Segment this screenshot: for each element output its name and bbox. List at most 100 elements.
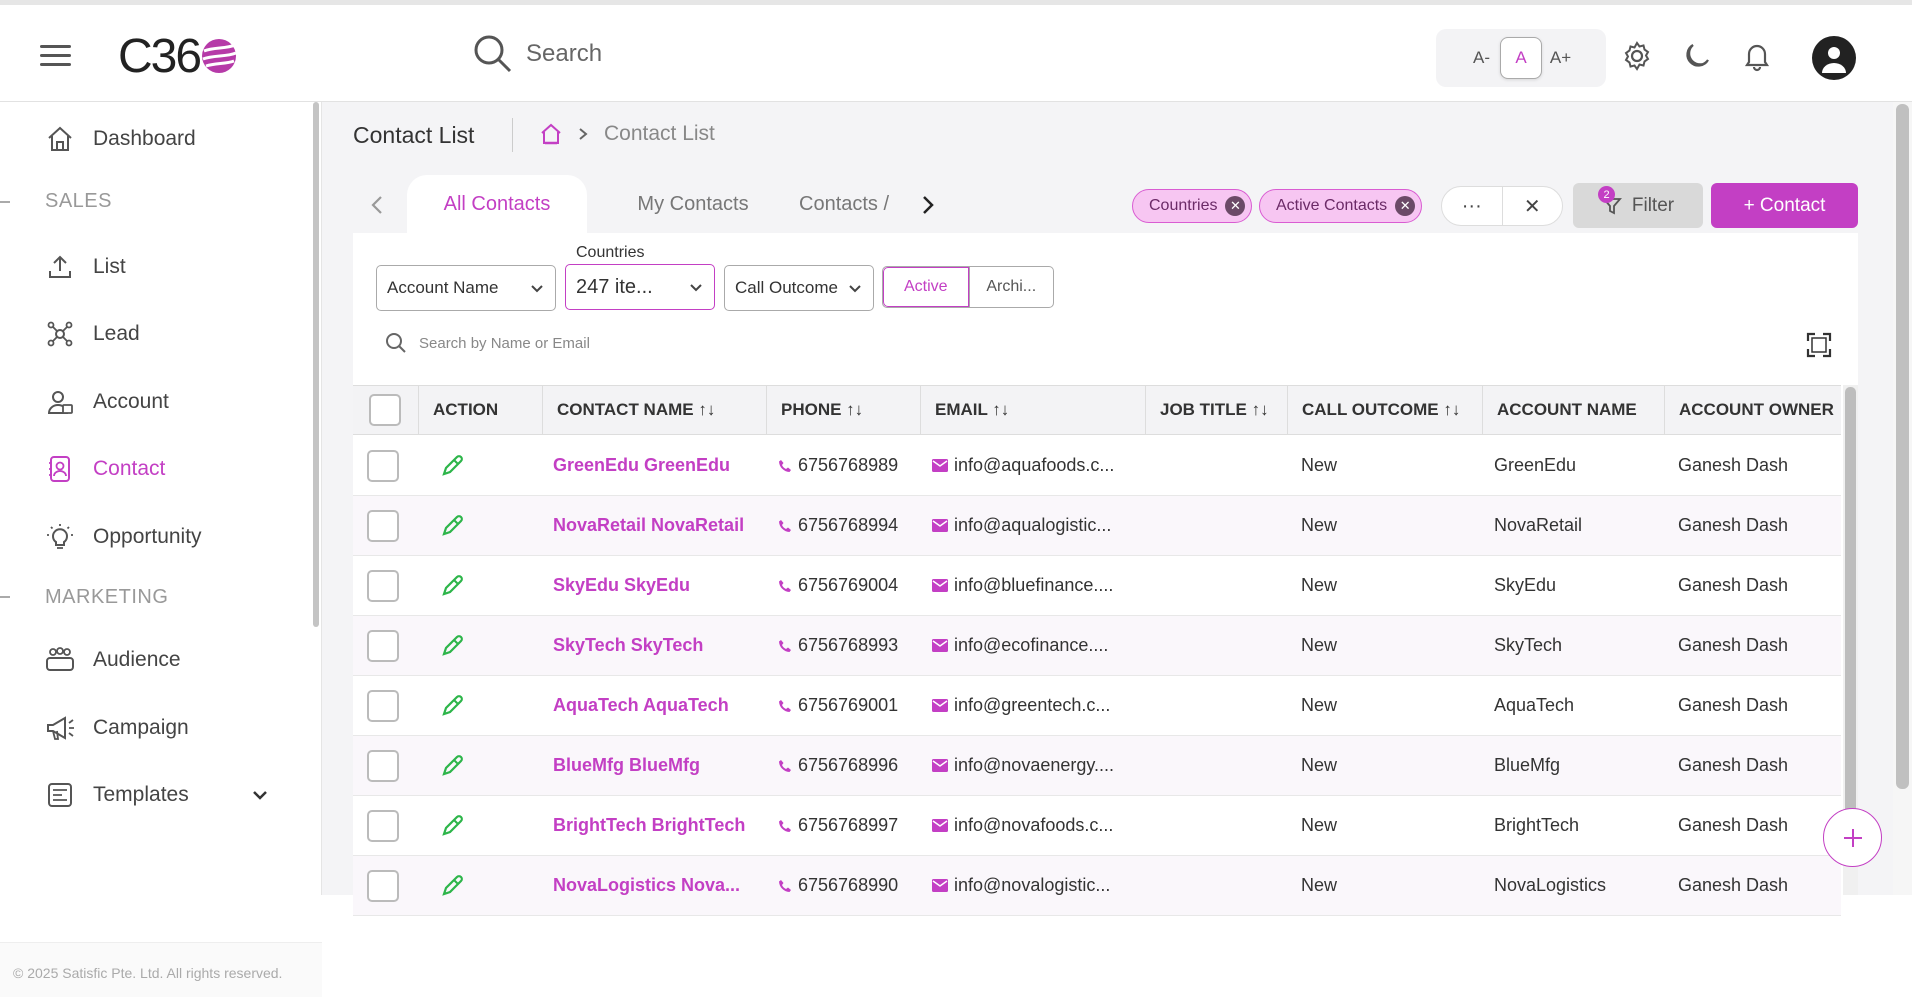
- email-cell[interactable]: info@novaenergy....: [932, 736, 1114, 795]
- edit-icon[interactable]: [439, 736, 465, 795]
- sidebar-item-account[interactable]: Account: [45, 387, 169, 417]
- contact-name-link[interactable]: GreenEdu GreenEdu: [553, 436, 730, 495]
- table-row[interactable]: AquaTech AquaTech 6756769001 info@greentec…: [353, 676, 1841, 736]
- floating-add-button[interactable]: [1823, 808, 1882, 867]
- edit-icon[interactable]: [439, 676, 465, 735]
- global-search[interactable]: Search: [472, 33, 602, 75]
- email-cell[interactable]: info@novafoods.c...: [932, 796, 1113, 855]
- phone-cell[interactable]: 6756769001: [778, 676, 898, 735]
- close-icon[interactable]: ✕: [1225, 196, 1246, 216]
- table-row[interactable]: SkyEdu SkyEdu 6756769004 info@bluefinance.…: [353, 556, 1841, 616]
- row-checkbox[interactable]: [367, 629, 399, 662]
- sidebar-item-templates[interactable]: Templates: [45, 780, 275, 810]
- phone-cell[interactable]: 6756768989: [778, 436, 898, 495]
- email-cell[interactable]: info@novalogistic...: [932, 856, 1110, 915]
- chevron-right-icon[interactable]: [920, 195, 936, 215]
- row-checkbox[interactable]: [367, 869, 399, 902]
- sidebar-item-opportunity[interactable]: Opportunity: [45, 522, 202, 552]
- edit-icon[interactable]: [439, 616, 465, 675]
- tab-all-contacts[interactable]: All Contacts: [407, 175, 587, 233]
- more-options-button[interactable]: ···: [1442, 187, 1503, 225]
- logo[interactable]: C36: [118, 30, 238, 83]
- column-email[interactable]: EMAIL ↑↓: [920, 386, 1145, 434]
- font-default-button[interactable]: A: [1500, 37, 1542, 79]
- row-checkbox[interactable]: [367, 569, 399, 602]
- row-checkbox[interactable]: [367, 749, 399, 782]
- contact-name-link[interactable]: NovaRetail NovaRetail: [553, 496, 744, 555]
- sidebar-scrollbar[interactable]: [313, 102, 319, 627]
- chip-countries[interactable]: Countries ✕: [1132, 189, 1253, 223]
- column-job-title[interactable]: JOB TITLE ↑↓: [1145, 386, 1287, 434]
- contact-name-link[interactable]: SkyTech SkyTech: [553, 616, 703, 675]
- phone-cell[interactable]: 6756768993: [778, 616, 898, 675]
- column-phone[interactable]: PHONE ↑↓: [766, 386, 920, 434]
- edit-icon[interactable]: [439, 556, 465, 615]
- font-increase-button[interactable]: A+: [1540, 37, 1582, 79]
- table-row[interactable]: BlueMfg BlueMfg 6756768996 info@novaenergy…: [353, 736, 1841, 796]
- sidebar-item-contact[interactable]: Contact: [45, 454, 165, 484]
- row-checkbox[interactable]: [367, 449, 399, 482]
- sidebar-item-audience[interactable]: Audience: [45, 645, 181, 675]
- page-scrollbar[interactable]: [1893, 102, 1912, 895]
- table-row[interactable]: GreenEdu GreenEdu 6756768989 info@aquafood…: [353, 436, 1841, 496]
- add-contact-button[interactable]: + Contact: [1711, 183, 1858, 228]
- table-row[interactable]: BrightTech BrightTech 6756768997 info@nova…: [353, 796, 1841, 856]
- email-cell[interactable]: info@greentech.c...: [932, 676, 1110, 735]
- table-row[interactable]: NovaRetail NovaRetail 6756768994 info@aqua…: [353, 496, 1841, 556]
- phone-cell[interactable]: 6756769004: [778, 556, 898, 615]
- table-search[interactable]: Search by Name or Email: [385, 332, 590, 354]
- account-name-select[interactable]: Account Name: [376, 265, 556, 311]
- email-cell[interactable]: info@aquafoods.c...: [932, 436, 1114, 495]
- page-scrollbar-thumb[interactable]: [1896, 104, 1909, 789]
- filter-button[interactable]: Filter: [1573, 183, 1703, 228]
- column-contact-name[interactable]: CONTACT NAME ↑↓: [542, 386, 766, 434]
- font-decrease-button[interactable]: A-: [1461, 37, 1503, 79]
- sidebar-item-dashboard[interactable]: Dashboard: [45, 124, 196, 154]
- row-checkbox[interactable]: [367, 689, 399, 722]
- contact-name-link[interactable]: BlueMfg BlueMfg: [553, 736, 700, 795]
- sidebar-item-campaign[interactable]: Campaign: [45, 713, 189, 743]
- status-active-button[interactable]: Active: [883, 267, 969, 307]
- contact-name-link[interactable]: NovaLogistics Nova...: [553, 856, 740, 915]
- table-row[interactable]: SkyTech SkyTech 6756768993 info@ecofinance…: [353, 616, 1841, 676]
- tab-my-contacts[interactable]: My Contacts: [603, 175, 783, 233]
- email-cell[interactable]: info@aqualogistic...: [932, 496, 1111, 555]
- status-archived-button[interactable]: Archi...: [968, 267, 1054, 307]
- phone-cell[interactable]: 6756768997: [778, 796, 898, 855]
- email-cell[interactable]: info@bluefinance....: [932, 556, 1113, 615]
- chip-active-contacts[interactable]: Active Contacts ✕: [1259, 189, 1423, 223]
- home-icon[interactable]: [540, 123, 562, 145]
- table-search-input[interactable]: Search by Name or Email: [419, 335, 590, 352]
- moon-icon[interactable]: [1680, 39, 1714, 73]
- fullscreen-icon[interactable]: [1806, 332, 1832, 358]
- select-all-checkbox[interactable]: [369, 394, 401, 426]
- sidebar-item-lead[interactable]: Lead: [45, 319, 140, 349]
- clear-filters-button[interactable]: ✕: [1503, 187, 1563, 225]
- sidebar-item-list[interactable]: List: [45, 252, 126, 282]
- phone-cell[interactable]: 6756768996: [778, 736, 898, 795]
- edit-icon[interactable]: [439, 796, 465, 855]
- countries-select[interactable]: 247 ite...: [565, 264, 715, 310]
- call-outcome-select[interactable]: Call Outcome: [724, 265, 874, 311]
- phone-cell[interactable]: 6756768990: [778, 856, 898, 915]
- edit-icon[interactable]: [439, 856, 465, 915]
- contact-name-link[interactable]: AquaTech AquaTech: [553, 676, 729, 735]
- menu-icon[interactable]: [40, 43, 73, 69]
- row-checkbox[interactable]: [367, 509, 399, 542]
- email-cell[interactable]: info@ecofinance....: [932, 616, 1108, 675]
- edit-icon[interactable]: [439, 496, 465, 555]
- global-search-input[interactable]: Search: [526, 40, 602, 68]
- gear-icon[interactable]: [1620, 39, 1654, 73]
- avatar[interactable]: [1812, 36, 1856, 80]
- table-scrollbar-thumb[interactable]: [1845, 387, 1856, 827]
- chevron-left-icon[interactable]: [369, 195, 385, 215]
- contact-name-link[interactable]: SkyEdu SkyEdu: [553, 556, 690, 615]
- table-row[interactable]: NovaLogistics Nova... 6756768990 info@nova…: [353, 856, 1841, 916]
- bell-icon[interactable]: [1740, 39, 1774, 73]
- tab-contacts-more[interactable]: Contacts /: [799, 175, 899, 233]
- contact-name-link[interactable]: BrightTech BrightTech: [553, 796, 745, 855]
- row-checkbox[interactable]: [367, 809, 399, 842]
- edit-icon[interactable]: [439, 436, 465, 495]
- close-icon[interactable]: ✕: [1395, 196, 1416, 216]
- chevron-down-icon[interactable]: [251, 786, 269, 804]
